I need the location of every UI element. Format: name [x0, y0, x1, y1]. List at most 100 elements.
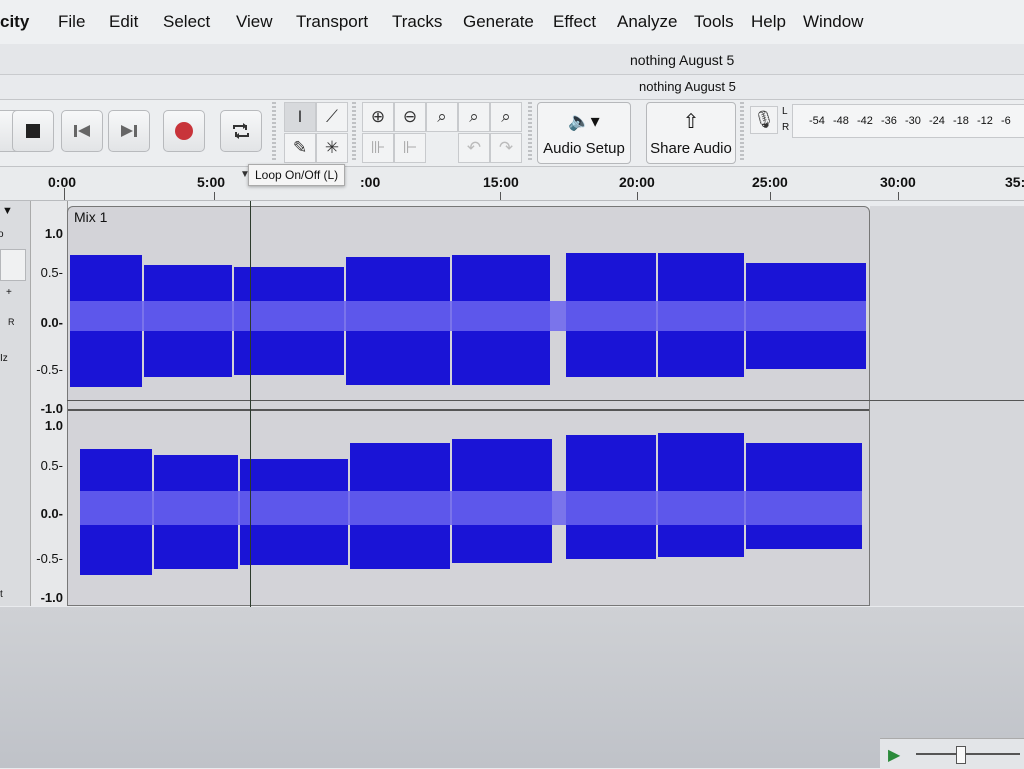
multi-tool[interactable]: ✳	[316, 133, 348, 163]
ruler-label: 0.0-	[40, 315, 63, 330]
silence-icon: ⊩	[402, 138, 418, 157]
loop-tooltip: Loop On/Off (L)	[248, 164, 346, 186]
toolbar: I ⟋ ✎ ✳ ⊕ ⊖ ⌕ ⌕ ⌕ ⊪ ⊩ ↶ ↷ 🔈▾ Audio Setup…	[0, 100, 1024, 167]
menu-tracks[interactable]: Tracks	[392, 12, 442, 32]
menu-generate[interactable]: Generate	[463, 12, 534, 32]
menu-app[interactable]: city	[0, 12, 29, 32]
zoom-in-icon: ⊕	[370, 107, 386, 126]
recording-meter[interactable]: -54 -48 -42 -36 -30 -24 -18 -12 -6	[792, 104, 1024, 138]
timeline-ruler[interactable]: 0:00 5:00 :00 15:00 20:00 25:00 30:00 35…	[0, 167, 1024, 201]
window-title: nothing August 5	[630, 52, 735, 68]
menu-effect[interactable]: Effect	[553, 12, 596, 32]
timeline-label: :00	[360, 174, 381, 190]
menu-view[interactable]: View	[236, 12, 273, 32]
envelope-tool[interactable]: ⟋	[316, 102, 348, 132]
speaker-icon: 🔈▾	[568, 111, 600, 131]
audio-setup-button[interactable]: 🔈▾ Audio Setup	[537, 102, 631, 164]
meter-label: -42	[857, 115, 873, 127]
menu-file[interactable]: File	[58, 12, 85, 32]
fit-project-button[interactable]: ⌕	[458, 102, 490, 132]
menu-window[interactable]: Window	[803, 12, 863, 32]
meter-label: -36	[881, 115, 897, 127]
speed-slider-track[interactable]	[916, 753, 1020, 755]
trim-icon: ⊪	[370, 138, 386, 157]
project-title-bar: nothing August 5	[0, 75, 1024, 100]
meter-channel-r: R	[782, 122, 790, 133]
rate-label: Iz	[0, 353, 8, 364]
vertical-ruler[interactable]: 1.0 0.5- 0.0- -0.5- -1.0 1.0 0.5- 0.0- -…	[31, 201, 68, 606]
microphone-icon: 🎙	[753, 110, 775, 129]
audio-clip[interactable]: Mix 1	[67, 206, 870, 606]
play-at-speed-icon[interactable]: ▶	[888, 745, 900, 765]
menu-select[interactable]: Select	[163, 12, 210, 32]
meter-label: -54	[809, 115, 825, 127]
menu-transport[interactable]: Transport	[296, 12, 368, 32]
record-meter-button[interactable]: 🎙	[750, 106, 778, 134]
selection-tool[interactable]: I	[284, 102, 316, 132]
waveform[interactable]	[68, 207, 870, 606]
timeline-tick	[898, 192, 899, 200]
zoom-selection-icon: ⌕	[437, 107, 447, 126]
toolbar-grip[interactable]	[740, 102, 744, 162]
trim-button[interactable]: ⊪	[362, 133, 394, 163]
menu-tools[interactable]: Tools	[694, 12, 734, 32]
share-audio-label: Share Audio	[650, 140, 732, 157]
ruler-label: -1.0	[40, 590, 63, 605]
project-title: nothing August 5	[639, 79, 736, 94]
share-icon: ⇧	[682, 111, 700, 133]
menu-edit[interactable]: Edit	[109, 12, 138, 32]
pan-right-label: R	[8, 317, 15, 327]
skip-start-icon	[74, 125, 90, 137]
window-title-bar: nothing August 5	[0, 44, 1024, 75]
toolbar-grip[interactable]	[352, 102, 356, 162]
meter-label: -6	[1001, 115, 1011, 127]
loop-button[interactable]	[220, 110, 262, 152]
mute-button[interactable]	[0, 249, 26, 281]
ruler-label: 0.5-	[40, 265, 63, 280]
silence-button[interactable]: ⊩	[394, 133, 426, 163]
record-button[interactable]	[163, 110, 205, 152]
zoom-out-icon: ⊖	[402, 107, 418, 126]
zoom-out-button[interactable]: ⊖	[394, 102, 426, 132]
timeline-label: 5:00	[197, 174, 226, 190]
toolbar-grip[interactable]	[272, 102, 276, 162]
track-menu-arrow-icon[interactable]: ▼	[2, 205, 13, 217]
timeline-label: 20:00	[619, 174, 655, 190]
panel-text: t	[0, 589, 3, 600]
meter-label: -24	[929, 115, 945, 127]
skip-end-button[interactable]	[108, 110, 150, 152]
timeline-label: 0:00	[48, 174, 77, 190]
menu-analyze[interactable]: Analyze	[617, 12, 677, 32]
redo-button[interactable]: ↷	[490, 133, 522, 163]
ruler-label: -0.5-	[36, 362, 63, 377]
menu-help[interactable]: Help	[751, 12, 786, 32]
track-control-panel[interactable]: ▼ o + R Iz t	[0, 201, 31, 606]
ibeam-icon: I	[297, 107, 303, 126]
menu-bar: city File Edit Select View Transport Tra…	[0, 0, 1024, 44]
share-audio-button[interactable]: ⇧ Share Audio	[646, 102, 736, 164]
timeline-tick	[637, 192, 638, 200]
meter-label: -12	[977, 115, 993, 127]
toolbar-grip[interactable]	[528, 102, 532, 162]
zoom-toggle-button[interactable]: ⌕	[490, 102, 522, 132]
fit-selection-button[interactable]: ⌕	[426, 102, 458, 132]
zoom-toggle-icon: ⌕	[501, 107, 511, 126]
play-at-speed-toolbar: ▶	[880, 738, 1024, 769]
waveform-channel-right	[80, 433, 862, 575]
stop-button[interactable]	[12, 110, 54, 152]
loop-icon	[233, 123, 249, 139]
undo-button[interactable]: ↶	[458, 133, 490, 163]
asterisk-icon: ✳	[324, 138, 340, 157]
timeline-tick	[64, 188, 65, 200]
ruler-label: 0.0-	[40, 506, 63, 521]
zoom-in-button[interactable]: ⊕	[362, 102, 394, 132]
speed-slider-thumb[interactable]	[956, 746, 966, 764]
panel-text: o	[0, 229, 4, 240]
empty-workspace[interactable]	[0, 607, 1024, 768]
timeline-tick	[500, 192, 501, 200]
channel-divider	[67, 400, 1024, 401]
empty-track-area[interactable]	[870, 206, 1024, 606]
skip-start-button[interactable]	[61, 110, 103, 152]
ruler-label: -0.5-	[36, 551, 63, 566]
draw-tool[interactable]: ✎	[284, 133, 316, 163]
